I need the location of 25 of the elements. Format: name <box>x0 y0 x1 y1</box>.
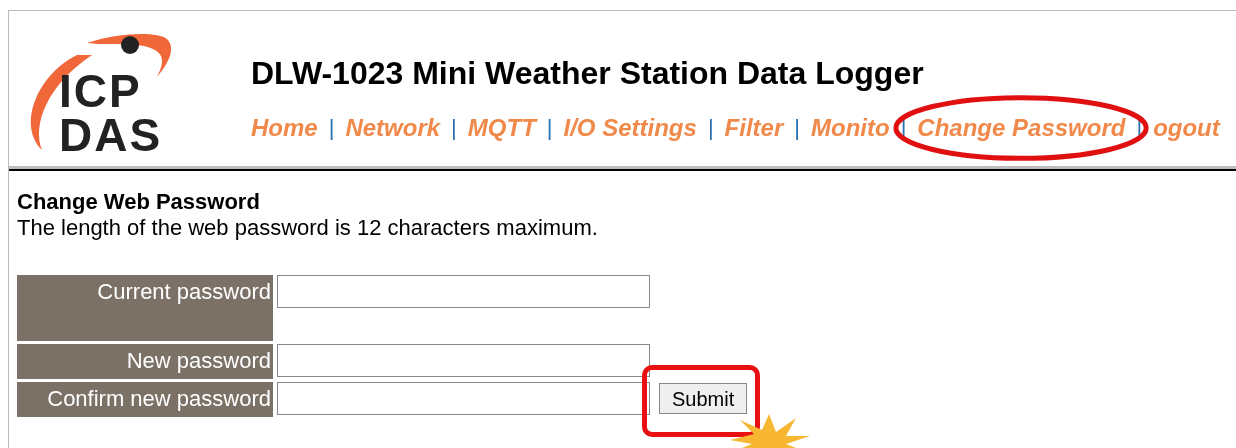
nav-link[interactable]: I/O Settings <box>563 114 697 141</box>
field-label: Confirm new password <box>17 382 273 417</box>
nav-separator: | <box>328 114 335 142</box>
page-title: DLW-1023 Mini Weather Station Data Logger <box>251 54 925 93</box>
nav-link[interactable]: Change Password <box>917 114 1126 141</box>
password-field[interactable] <box>277 344 650 377</box>
nav-link[interactable]: Filter <box>724 114 784 141</box>
nav-link[interactable]: Home <box>251 114 318 141</box>
section-title: Change Web Password <box>17 189 261 215</box>
logo-text: ICP <box>59 69 143 113</box>
nav-separator: | <box>451 114 457 142</box>
submit-button[interactable]: Submit <box>659 383 748 414</box>
nav-link[interactable]: ogout <box>1153 114 1220 141</box>
nav-separator: | <box>707 114 714 142</box>
nav-separator: | <box>794 114 800 142</box>
nav-separator: | <box>546 114 553 142</box>
field-label: New password <box>17 344 273 379</box>
logo-text: DAS <box>59 113 163 157</box>
field-label: Current password <box>17 275 273 341</box>
nav-link[interactable]: Network <box>345 114 441 141</box>
password-field[interactable] <box>277 275 650 308</box>
nav-link[interactable]: Monito <box>811 114 890 141</box>
nav-link[interactable]: MQTT <box>467 114 536 141</box>
password-field[interactable] <box>277 382 650 415</box>
section-description: The length of the web password is 12 characters maximum. <box>17 215 599 241</box>
